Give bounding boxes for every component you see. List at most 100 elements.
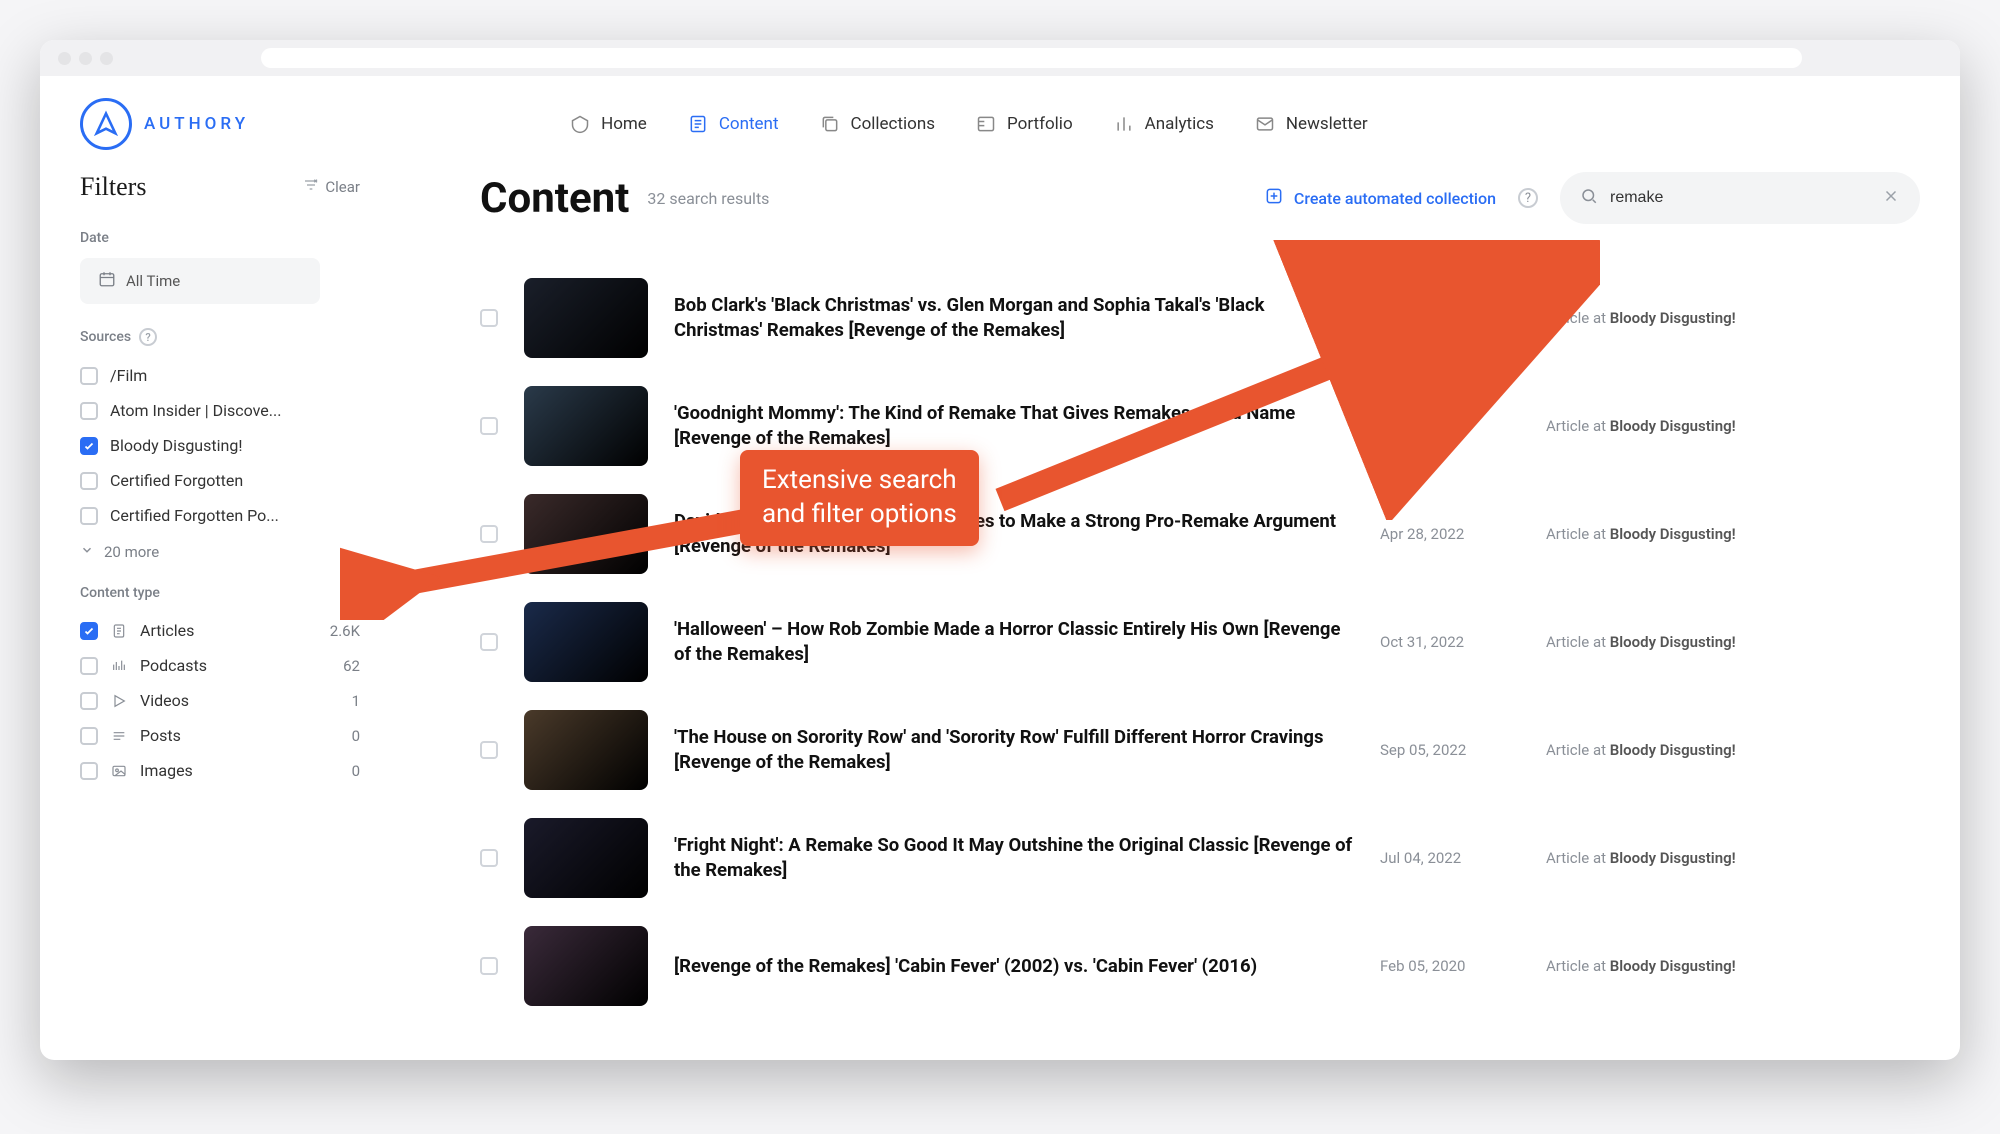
source-filter-row[interactable]: Certified Forgotten [80,463,360,498]
type-filter-row[interactable]: Videos1 [80,683,360,718]
row-checkbox[interactable] [480,957,498,975]
result-date: Sep 05, 2022 [1380,741,1520,759]
traffic-zoom[interactable] [100,52,113,65]
result-thumbnail [524,494,648,574]
checkbox[interactable] [80,622,98,640]
row-checkbox[interactable] [480,525,498,543]
result-row[interactable]: David Cronenberg's 'The Fly' Continues t… [480,480,1920,588]
clear-label: Clear [325,178,360,196]
source-label: /Film [110,366,147,385]
help-icon[interactable]: ? [1518,188,1538,208]
nav-label: Newsletter [1286,114,1368,134]
type-count: 0 [352,727,360,745]
result-source: Article at Bloody Disgusting! [1546,309,1736,327]
video-icon [110,692,128,710]
result-source: Article at Bloody Disgusting! [1546,849,1736,867]
checkbox[interactable] [80,367,98,385]
create-collection-button[interactable]: Create automated collection [1264,186,1496,210]
checkbox[interactable] [80,657,98,675]
source-filter-row[interactable]: Atom Insider | Discove... [80,393,360,428]
chevron-down-icon [80,543,94,561]
row-checkbox[interactable] [480,417,498,435]
results-count: 32 search results [647,189,769,208]
analytics-icon [1113,113,1135,135]
content-icon [687,113,709,135]
browser-window: AUTHORY Home Content Collections Portfol… [40,40,1960,1060]
article-icon [110,622,128,640]
brand-name: AUTHORY [144,114,249,134]
result-row[interactable]: [Revenge of the Remakes] 'Cabin Fever' (… [480,912,1920,1020]
nav-collections[interactable]: Collections [819,113,936,135]
search-input[interactable] [1610,189,1870,207]
result-title: 'Fright Night': A Remake So Good It May … [674,833,1354,883]
type-label: Articles [140,621,194,640]
main-nav: Home Content Collections Portfolio Analy… [569,113,1368,135]
date-section-label: Date [80,230,360,246]
sources-list: /Film Atom Insider | Discove... Bloody Dis… [80,358,360,533]
traffic-close[interactable] [58,52,71,65]
sources-show-more[interactable]: 20 more [80,543,360,561]
url-bar[interactable] [261,48,1802,68]
newsletter-icon [1254,113,1276,135]
result-row[interactable]: 'Goodnight Mommy': The Kind of Remake Th… [480,372,1920,480]
nav-portfolio[interactable]: Portfolio [975,113,1073,135]
result-row[interactable]: 'Fright Night': A Remake So Good It May … [480,804,1920,912]
type-label: Podcasts [140,656,207,675]
home-icon [569,113,591,135]
type-filter-row[interactable]: Images0 [80,753,360,788]
nav-newsletter[interactable]: Newsletter [1254,113,1368,135]
result-date: Dec 15, 2020 [1380,309,1520,327]
search-field[interactable] [1560,172,1920,224]
create-collection-icon [1264,186,1284,210]
type-label: Images [140,761,193,780]
nav-label: Analytics [1145,114,1214,134]
filters-heading: Filters [80,172,146,202]
brand-logo[interactable]: AUTHORY [80,98,249,150]
sources-section-label: Sources ? [80,328,360,346]
post-icon [110,727,128,745]
sources-help-icon[interactable]: ? [139,328,157,346]
show-more-label: 20 more [104,543,159,561]
portfolio-icon [975,113,997,135]
checkbox[interactable] [80,507,98,525]
nav-label: Collections [851,114,936,134]
checkbox[interactable] [80,437,98,455]
traffic-minimize[interactable] [79,52,92,65]
main-panel: Content 32 search results Create automat… [380,172,1920,1020]
source-label: Bloody Disgusting! [110,436,242,455]
nav-content[interactable]: Content [687,113,779,135]
result-row[interactable]: 'The House on Sorority Row' and 'Sororit… [480,696,1920,804]
result-row[interactable]: 'Halloween' – How Rob Zombie Made a Horr… [480,588,1920,696]
nav-analytics[interactable]: Analytics [1113,113,1214,135]
nav-label: Content [719,114,779,134]
search-clear-icon[interactable] [1882,186,1900,210]
checkbox[interactable] [80,762,98,780]
types-list: Articles2.6KPodcasts62Videos1Posts0Image… [80,613,360,788]
nav-home[interactable]: Home [569,113,647,135]
calendar-icon [98,270,116,292]
result-row[interactable]: Bob Clark's 'Black Christmas' vs. Glen M… [480,264,1920,372]
checkbox[interactable] [80,692,98,710]
clear-filters-button[interactable]: Clear [303,177,360,197]
checkbox[interactable] [80,727,98,745]
row-checkbox[interactable] [480,849,498,867]
result-source: Article at Bloody Disgusting! [1546,633,1736,651]
source-filter-row[interactable]: Certified Forgotten Po... [80,498,360,533]
type-filter-row[interactable]: Posts0 [80,718,360,753]
source-label: Atom Insider | Discove... [110,401,281,420]
type-filter-row[interactable]: Articles2.6K [80,613,360,648]
checkbox[interactable] [80,402,98,420]
source-filter-row[interactable]: /Film [80,358,360,393]
collections-icon [819,113,841,135]
type-filter-row[interactable]: Podcasts62 [80,648,360,683]
row-checkbox[interactable] [480,633,498,651]
checkbox[interactable] [80,472,98,490]
date-filter-button[interactable]: All Time [80,258,320,304]
row-checkbox[interactable] [480,309,498,327]
source-filter-row[interactable]: Bloody Disgusting! [80,428,360,463]
row-checkbox[interactable] [480,741,498,759]
result-title: Bob Clark's 'Black Christmas' vs. Glen M… [674,293,1354,343]
browser-titlebar [40,40,1960,76]
result-thumbnail [524,602,648,682]
nav-label: Portfolio [1007,114,1073,134]
